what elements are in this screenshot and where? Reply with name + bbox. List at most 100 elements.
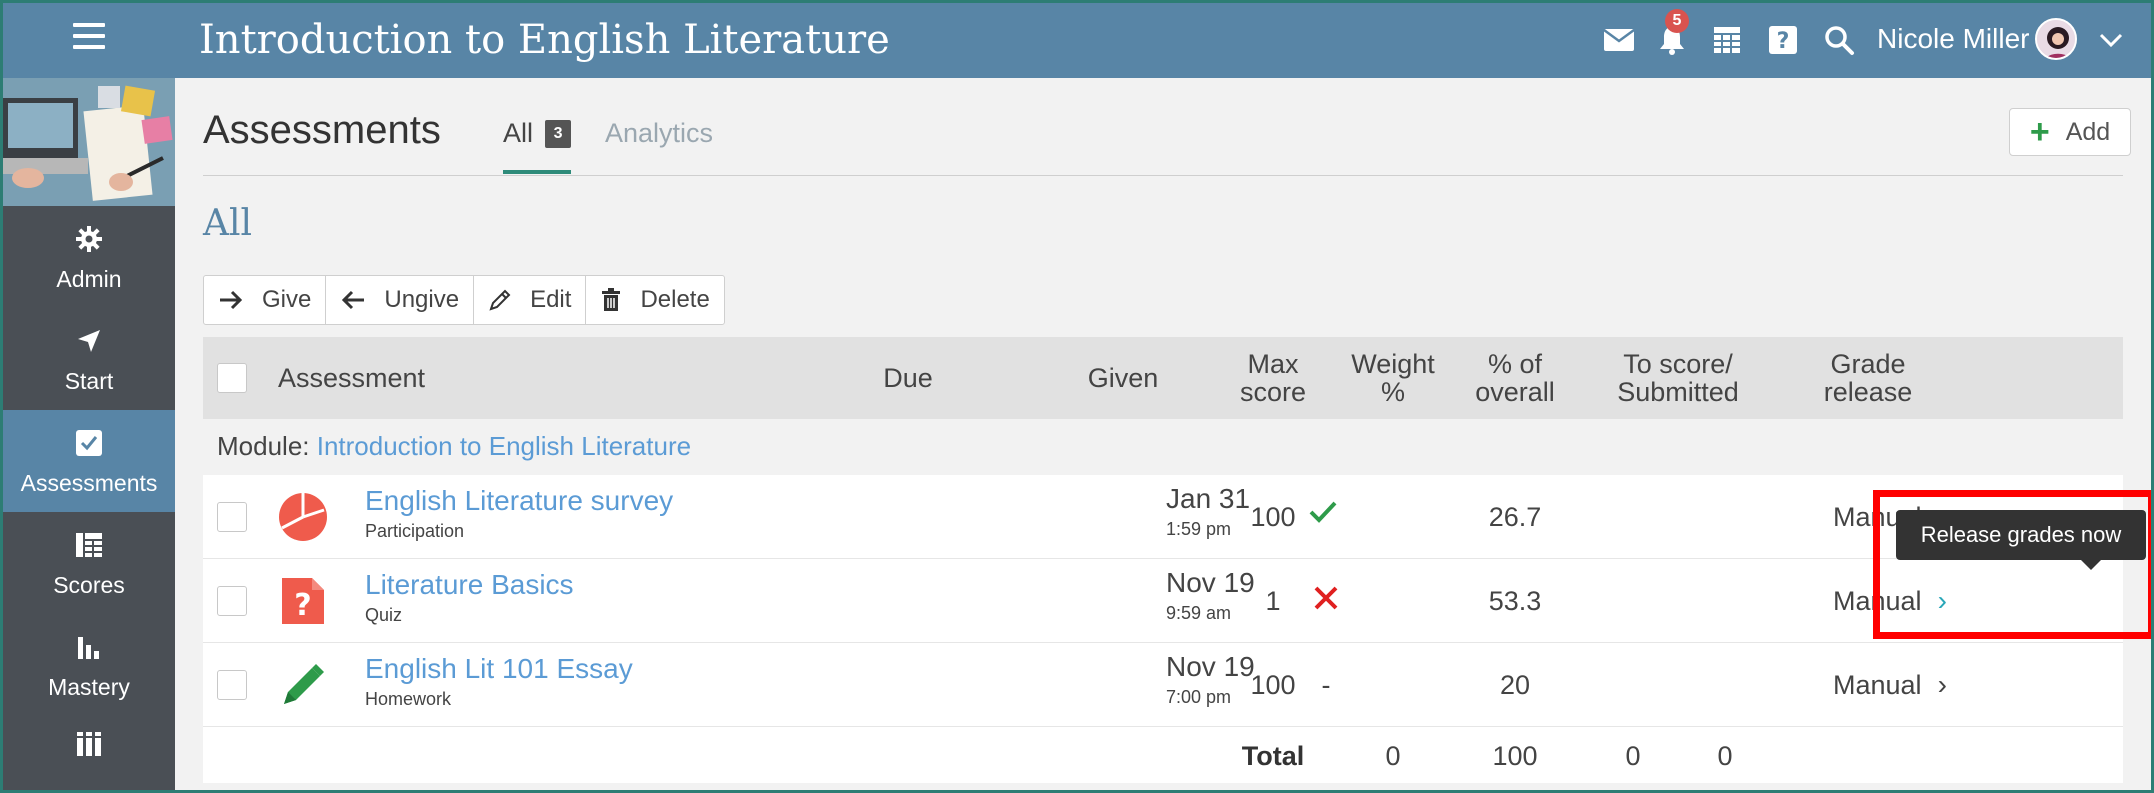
assessment-type: Participation xyxy=(365,521,465,541)
user-avatar[interactable] xyxy=(2035,18,2077,60)
total-row: Total 0 100 0 0 xyxy=(203,727,2123,783)
sidebar-item-mastery[interactable]: Mastery xyxy=(3,614,175,716)
table-row[interactable]: English Literature survey Participation … xyxy=(203,475,2123,559)
max-score: 1 xyxy=(1265,586,1281,616)
select-all-checkbox[interactable] xyxy=(217,363,247,393)
module-row: Module: Introduction to English Literatu… xyxy=(203,419,2123,475)
sidebar-item-start[interactable]: Start xyxy=(3,308,175,410)
tab-all[interactable]: All 3 xyxy=(503,118,572,149)
col-assessment[interactable]: Assessment xyxy=(278,337,425,419)
sidebar-item-label: Assessments xyxy=(20,470,158,496)
row-checkbox[interactable] xyxy=(217,502,247,532)
delete-button[interactable]: Delete xyxy=(586,276,723,324)
survey-pie-icon xyxy=(278,492,328,542)
col-grade-release[interactable]: Grade release xyxy=(1793,337,1943,419)
tab-label: All xyxy=(503,118,534,148)
divider xyxy=(203,175,2123,176)
help-icon[interactable]: ? xyxy=(1765,23,1801,57)
chevron-right-icon: › xyxy=(1937,669,1947,700)
sidebar-item-admin[interactable]: Admin xyxy=(3,206,175,308)
svg-text:?: ? xyxy=(294,588,311,623)
grade-release-control[interactable]: Manual › xyxy=(1833,669,1947,701)
sidebar: Admin Start Assessments Scores Mastery xyxy=(3,78,175,790)
assessment-type: Quiz xyxy=(365,605,403,625)
sidebar-item-assessments[interactable]: Assessments xyxy=(3,410,175,512)
top-bar: Introduction to English Literature 5 ? N… xyxy=(3,3,2151,78)
row-checkbox[interactable] xyxy=(217,670,247,700)
highlight-annotation-box xyxy=(1873,490,2151,639)
col-due[interactable]: Due xyxy=(843,337,973,419)
col-weight[interactable]: Weight % xyxy=(1333,337,1453,419)
ungive-button[interactable]: Ungive xyxy=(326,276,475,324)
search-icon[interactable] xyxy=(1821,23,1857,57)
course-title[interactable]: Introduction to English Literature xyxy=(199,17,890,63)
overall: 53.3 xyxy=(1488,586,1542,616)
row-checkbox[interactable] xyxy=(217,586,247,616)
assessment-link[interactable]: English Lit 101 Essay xyxy=(365,653,633,685)
pencil-icon xyxy=(488,288,512,312)
course-cover-image xyxy=(3,78,175,206)
col-overall-line2: overall xyxy=(1475,377,1555,407)
edit-button[interactable]: Edit xyxy=(474,276,587,324)
add-button[interactable]: + Add xyxy=(2009,108,2131,156)
page-title: Assessments xyxy=(203,108,441,152)
col-grade-line2: release xyxy=(1823,377,1913,407)
col-max-score[interactable]: Max score xyxy=(1213,337,1333,419)
sidebar-item-scores[interactable]: Scores xyxy=(3,512,175,614)
assessment-cell: Literature Basics Quiz xyxy=(365,569,574,626)
edit-label: Edit xyxy=(530,286,572,313)
total-weight: 0 xyxy=(1385,741,1401,771)
arrow-left-icon xyxy=(340,289,366,311)
section-heading: All xyxy=(203,203,253,244)
total-submitted: 0 xyxy=(1717,741,1733,771)
col-overall-line1: % of xyxy=(1487,349,1543,379)
arrow-right-icon xyxy=(218,289,244,311)
quiz-question-icon: ? xyxy=(278,576,328,626)
books-icon xyxy=(3,728,175,758)
mail-icon[interactable] xyxy=(1601,23,1637,57)
col-to-score-line1: To score/ xyxy=(1623,349,1733,379)
assessment-type: Homework xyxy=(365,689,452,709)
overall: 20 xyxy=(1499,670,1531,700)
sidebar-item-label: Admin xyxy=(56,266,122,292)
max-score: 100 xyxy=(1250,670,1296,700)
table-row[interactable]: English Lit 101 Essay Homework Nov 19 7:… xyxy=(203,643,2123,727)
calendar-icon[interactable] xyxy=(1709,23,1745,57)
gear-icon xyxy=(3,224,175,254)
col-to-score-line2: Submitted xyxy=(1617,377,1739,407)
table-header: Assessment Due Given Max score Weight % … xyxy=(203,337,2123,419)
module-link[interactable]: Introduction to English Literature xyxy=(317,431,691,461)
total-to-score: 0 xyxy=(1625,741,1641,771)
col-overall[interactable]: % of overall xyxy=(1455,337,1575,419)
col-grade-line1: Grade xyxy=(1830,349,1906,379)
give-label: Give xyxy=(262,286,312,313)
col-to-score[interactable]: To score/ Submitted xyxy=(1593,337,1763,419)
total-overall: 100 xyxy=(1492,741,1538,771)
main-content: Assessments All 3 Analytics + Add All Gi… xyxy=(175,78,2151,790)
user-name[interactable]: Nicole Miller xyxy=(1877,23,2029,55)
plus-icon: + xyxy=(2029,113,2050,151)
module-prefix: Module: xyxy=(217,431,310,461)
overall: 26.7 xyxy=(1488,502,1542,532)
assessment-link[interactable]: English Literature survey xyxy=(365,485,673,517)
total-label: Total xyxy=(1241,741,1305,771)
col-weight-line2: % xyxy=(1380,377,1405,407)
table-row[interactable]: ? Literature Basics Quiz Nov 19 9:59 am … xyxy=(203,559,2123,643)
assessment-cell: English Lit 101 Essay Homework xyxy=(365,653,633,710)
active-tab-indicator xyxy=(503,170,571,174)
gradebook-icon xyxy=(3,530,175,560)
trash-icon xyxy=(600,288,622,312)
tab-analytics[interactable]: Analytics xyxy=(605,118,713,149)
pencil-homework-icon xyxy=(278,660,328,710)
hamburger-menu-icon[interactable] xyxy=(73,23,105,53)
max-score: 100 xyxy=(1250,502,1296,532)
give-button[interactable]: Give xyxy=(204,276,327,324)
sidebar-item-more[interactable] xyxy=(3,716,175,790)
delete-label: Delete xyxy=(640,286,710,313)
navigation-arrow-icon xyxy=(3,326,175,356)
assessment-link[interactable]: Literature Basics xyxy=(365,569,574,601)
chevron-down-icon[interactable] xyxy=(2093,23,2129,57)
col-given[interactable]: Given xyxy=(1043,337,1203,419)
col-max-score-line2: score xyxy=(1239,377,1307,407)
app-window: Introduction to English Literature 5 ? N… xyxy=(0,0,2154,793)
